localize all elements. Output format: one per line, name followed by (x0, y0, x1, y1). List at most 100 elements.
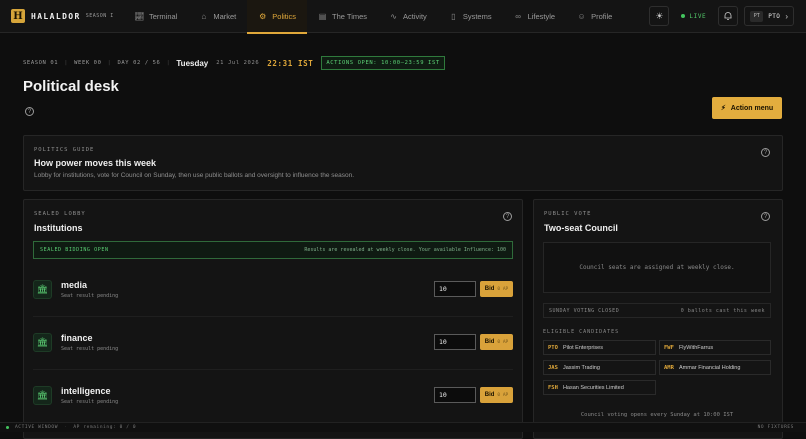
notifications-button[interactable] (718, 6, 739, 26)
tab-lifestyle[interactable]: ∞ Lifestyle (503, 0, 567, 33)
bid-cost: 0 AP (497, 286, 509, 292)
sealed-bidding-banner: SEALED BIDDING OPEN Results are revealed… (33, 241, 513, 259)
gear-icon: ⚙ (259, 11, 267, 21)
user-code: PTO (768, 12, 781, 20)
institution-status: Seat result pending (61, 398, 119, 405)
tab-systems[interactable]: ▯ Systems (438, 0, 503, 33)
tab-label: Politics (272, 11, 297, 21)
bank-icon: ⌂ (201, 11, 207, 21)
divider (33, 369, 513, 370)
newspaper-icon: ▤ (318, 11, 327, 21)
pulse-icon: ∿ (390, 11, 397, 21)
tab-label: Profile (591, 11, 613, 21)
vote-eyebrow: PUBLIC VOTE (544, 211, 592, 217)
help-icon[interactable]: ? (503, 212, 512, 221)
status-bar: SEASON 01 | WEEK 00 | DAY 02 / 56 | Tues… (23, 56, 445, 70)
politics-guide-panel: POLITICS GUIDE How power moves this week… (23, 135, 783, 191)
lobby-eyebrow: SEALED LOBBY (34, 211, 86, 217)
chevron-right-icon: › (785, 11, 788, 21)
tab-label: Lifestyle (527, 11, 556, 21)
candidate-code: FSH (548, 384, 558, 391)
document-icon: ▯ (451, 11, 456, 21)
bid-input[interactable]: 10 (434, 281, 476, 297)
candidate-name: Ammar Financial Holding (678, 364, 741, 371)
tab-profile[interactable]: ☺ Profile (566, 0, 623, 33)
bid-button[interactable]: Bid 0 AP (480, 334, 513, 350)
chart-icon: 📈︎ (134, 11, 145, 21)
help-icon[interactable]: ? (761, 212, 770, 221)
guide-eyebrow: POLITICS GUIDE (34, 147, 95, 153)
tab-politics[interactable]: ⚙ Politics (247, 0, 308, 34)
brand[interactable]: H HALALDOR SEASON I (0, 9, 124, 23)
active-window-label: ACTIVE WINDOW (15, 425, 59, 430)
brand-season: SEASON I (85, 13, 114, 19)
sun-icon: ☀ (655, 10, 664, 21)
guide-title: How power moves this week (34, 158, 157, 168)
day-name: Tuesday (176, 58, 209, 68)
tab-terminal[interactable]: 📈︎ Terminal (124, 0, 188, 33)
candidate-amr[interactable]: AMR Ammar Financial Holding (659, 360, 771, 375)
institution-icon: 🏛︎ (33, 279, 52, 299)
candidate-name: Jassim Trading (562, 364, 600, 371)
ap-remaining: AP remaining: 0 / 0 (73, 425, 137, 430)
institution-name: intelligence (61, 385, 111, 396)
footer-status-bar: ACTIVE WINDOW · AP remaining: 0 / 0 NO F… (0, 422, 806, 432)
candidates-label: ELIGIBLE CANDIDATES (543, 329, 620, 335)
link-icon: ∞ (515, 11, 521, 21)
tab-activity[interactable]: ∿ Activity (378, 0, 438, 33)
bell-icon (724, 12, 732, 20)
page-title: Political desk (23, 78, 119, 95)
theme-toggle-button[interactable]: ☀ (649, 6, 670, 26)
candidate-name: Pilot Enterprises (562, 344, 603, 351)
institution-name: finance (61, 332, 93, 343)
help-icon[interactable]: ? (25, 107, 34, 116)
vote-title: Two-seat Council (544, 223, 618, 233)
tab-label: Systems (462, 11, 492, 21)
week-label: WEEK 00 (74, 60, 102, 66)
candidate-name: Hasan Securities Limited (562, 384, 624, 391)
candidate-fwf[interactable]: FWF FlyWithFarrus (659, 340, 771, 355)
status-dot-icon (6, 426, 9, 429)
live-indicator: LIVE (675, 13, 712, 20)
candidate-code: AMR (664, 364, 674, 371)
list-item: 🏛︎ finance Seat result pending 10 Bid 0 A… (33, 327, 513, 357)
divider: · (64, 425, 68, 430)
council-seats-box: Council seats are assigned at weekly clo… (543, 242, 771, 293)
public-vote-panel: PUBLIC VOTE Two-seat Council ? (533, 199, 783, 439)
bid-input[interactable]: 10 (434, 334, 476, 350)
top-nav: H HALALDOR SEASON I 📈︎ Terminal ⌂ Market ⚙… (0, 0, 806, 34)
help-icon[interactable]: ? (761, 148, 770, 157)
tab-label: Terminal (149, 11, 178, 21)
season-label: SEASON 01 (23, 60, 59, 66)
institution-icon: 🏛︎ (33, 332, 52, 352)
bid-input[interactable]: 10 (434, 387, 476, 403)
nav-tabs: 📈︎ Terminal ⌂ Market ⚙ Politics ▤ The Times … (124, 0, 623, 34)
bolt-icon: ⚡︎ (720, 105, 726, 112)
tab-the-times[interactable]: ▤ The Times (307, 0, 378, 33)
actions-open-badge: ACTIONS OPEN: 10:00–23:59 IST (321, 56, 445, 70)
tab-market[interactable]: ⌂ Market (188, 0, 247, 33)
candidate-code: JAS (548, 364, 558, 371)
council-voting-note: Council voting opens every Sunday at 10:… (580, 412, 734, 418)
bid-cost: 0 AP (497, 339, 509, 345)
institution-status: Seat result pending (61, 345, 119, 352)
banner-info: Results are revealed at weekly close. Yo… (304, 247, 506, 253)
user-menu-button[interactable]: PT PTO › (744, 6, 794, 26)
tab-label: Activity (403, 11, 427, 21)
candidate-jas[interactable]: JAS Jassim Trading (543, 360, 656, 375)
candidate-code: PTO (548, 344, 558, 351)
bid-label: Bid (484, 339, 495, 345)
tab-label: The Times (332, 11, 368, 21)
action-menu-button[interactable]: ⚡︎ Action menu (712, 97, 782, 119)
bid-button[interactable]: Bid 0 AP (480, 281, 513, 297)
user-icon: ☺ (577, 11, 586, 21)
institution-icon: 🏛︎ (33, 385, 52, 405)
ballot-count: 0 ballots cast this week (680, 307, 765, 314)
bid-label: Bid (484, 286, 495, 292)
bid-label: Bid (484, 392, 495, 398)
candidate-fsh[interactable]: FSH Hasan Securities Limited (543, 380, 656, 395)
bid-button[interactable]: Bid 0 AP (480, 387, 513, 403)
candidate-code: FWF (664, 344, 674, 351)
candidate-pto[interactable]: PTO Pilot Enterprises (543, 340, 656, 355)
brand-name: HALALDOR (31, 11, 81, 21)
